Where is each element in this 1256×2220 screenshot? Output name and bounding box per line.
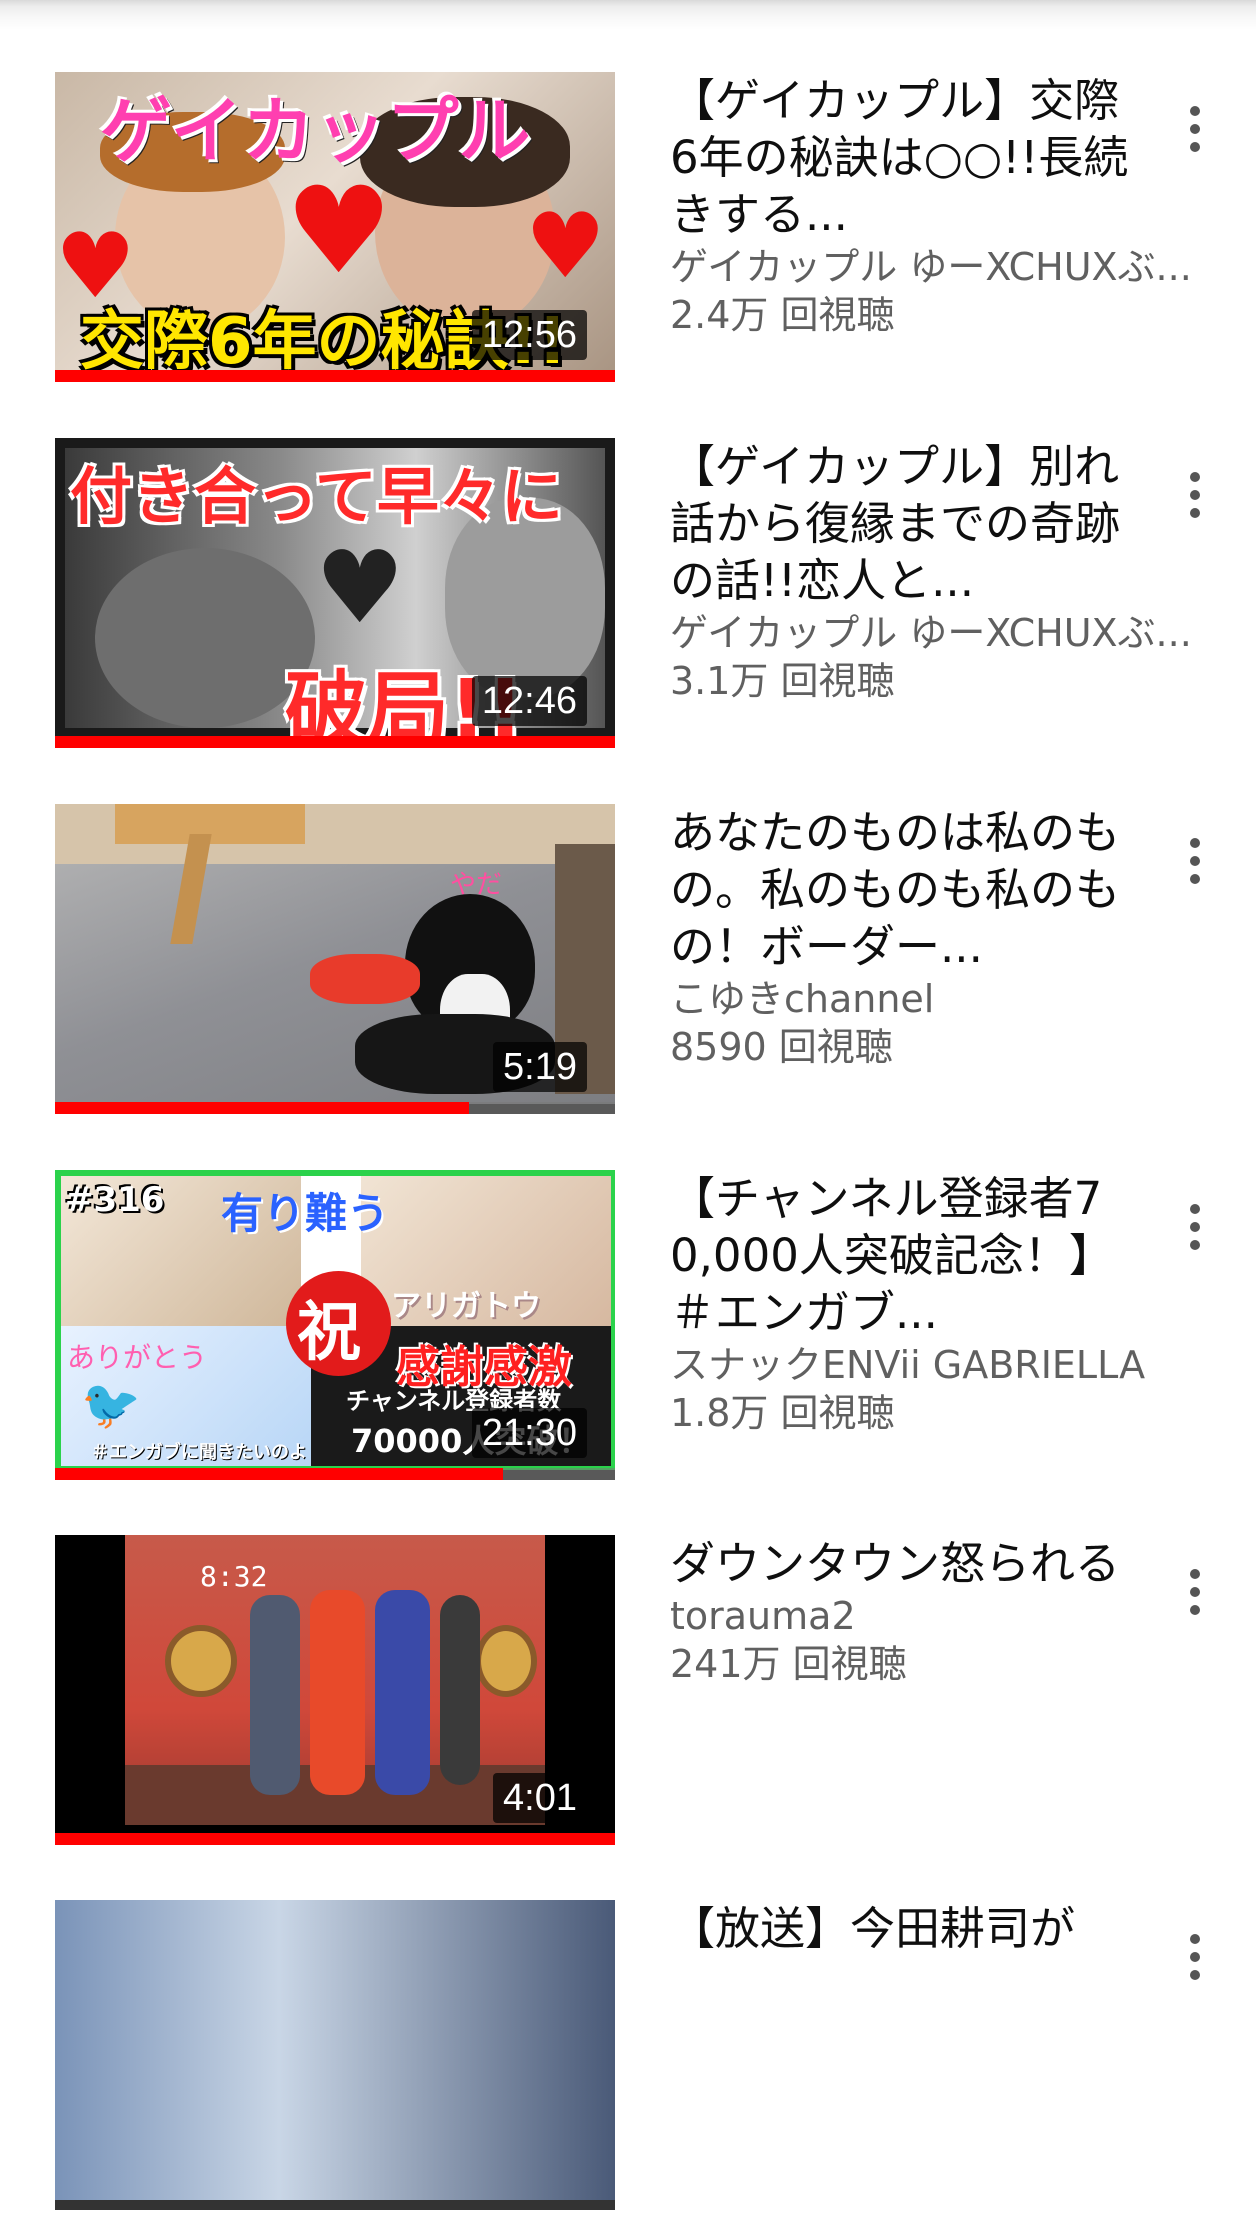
thumb-caption: 付き合って早々に — [70, 460, 563, 533]
thumb-caption: ＃エンガブに聞きたいのよ — [91, 1442, 307, 1463]
duration-badge: 12:46 — [471, 676, 587, 726]
watch-progress-fill — [55, 370, 615, 382]
view-count: 2.4万 回視聴 — [670, 293, 895, 337]
video-info: 【ゲイカップル】別れ話から復縁までの奇跡の話!!恋人と... ゲイカップル ゆー… — [670, 438, 1192, 705]
stage-decoration — [165, 1625, 237, 1697]
video-item[interactable]: やだ 5:19 あなたのものは私のもの。私のものも私のもの！ボーダー... こゆ… — [0, 804, 1256, 1124]
watch-progress-fill — [55, 736, 615, 748]
thumb-caption: ゲイカップル — [100, 89, 531, 173]
video-thumbnail[interactable]: 祝 #316 有り難う アリガトウ 感謝感激 チャンネル登録者数 70000人突… — [55, 1170, 615, 1480]
heart-icon: ♥ — [285, 162, 393, 301]
watch-progress-bar — [55, 1102, 615, 1114]
person — [375, 1590, 430, 1795]
channel-name[interactable]: スナックENVii GABRIELLA — [670, 1341, 1230, 1389]
video-item[interactable]: 8:32 4:01 ダウンタウン怒られる torauma2 241万 回視聴 — [0, 1535, 1256, 1855]
more-options-icon[interactable] — [1170, 1192, 1220, 1262]
channel-name[interactable]: ゲイカップル ゆーXCHUXぶ... — [670, 243, 1230, 291]
channel-name[interactable]: ゲイカップル ゆーXCHUXぶ... — [670, 609, 1230, 657]
video-item[interactable]: ♥ 付き合って早々に 破局!! 12:46 【ゲイカップル】別れ話から復縁までの… — [0, 438, 1256, 758]
watch-progress-fill — [55, 1833, 615, 1845]
heart-icon: ♥ — [525, 194, 606, 299]
more-options-icon[interactable] — [1170, 1557, 1220, 1627]
thumb-caption: アリガトウ — [391, 1289, 541, 1324]
video-thumbnail[interactable] — [55, 1900, 615, 2210]
watch-progress-bar — [55, 1833, 615, 1845]
thumb-caption: 8:32 — [200, 1560, 268, 1593]
watch-progress-bar — [55, 1468, 615, 1480]
twitter-bird-icon: 🐦 — [81, 1377, 141, 1433]
view-count: 1.8万 回視聴 — [670, 1391, 895, 1435]
video-title[interactable]: ダウンタウン怒られる — [670, 1535, 1130, 1592]
video-item[interactable]: ♥ ♥ ♥ ゲイカップル 交際6年の秘訣!! 12:56 【ゲイカップル】交際6… — [0, 72, 1256, 392]
duration-badge: 21:30 — [471, 1408, 587, 1458]
watch-progress-fill — [55, 1102, 470, 1114]
face-left — [95, 548, 315, 728]
thumb-caption: ありがとう — [67, 1341, 208, 1374]
person — [250, 1595, 300, 1795]
channel-name[interactable]: こゆきchannel — [670, 975, 1230, 1023]
video-item[interactable]: 【放送】今田耕司が — [0, 1900, 1256, 2220]
person — [440, 1595, 480, 1785]
thumb-caption: やだ — [450, 870, 503, 900]
duration-badge: 5:19 — [493, 1042, 587, 1092]
video-info: ダウンタウン怒られる torauma2 241万 回視聴 — [670, 1535, 1130, 1688]
watch-progress-bar — [55, 370, 615, 382]
thumbnail-image — [55, 1900, 615, 2200]
video-thumbnail[interactable]: やだ 5:19 — [55, 804, 615, 1114]
video-title[interactable]: 【放送】今田耕司が — [670, 1900, 1130, 1957]
video-title[interactable]: 【ゲイカップル】別れ話から復縁までの奇跡の話!!恋人と... — [670, 438, 1130, 609]
watch-progress-bar — [55, 736, 615, 748]
channel-name[interactable]: torauma2 — [670, 1592, 1230, 1640]
more-options-icon[interactable] — [1170, 94, 1220, 164]
video-info: 【ゲイカップル】交際6年の秘訣は○○!!長続きする... ゲイカップル ゆーXC… — [670, 72, 1192, 339]
video-info: 【チャンネル登録者70,000人突破記念！】＃エンガブ... スナックENVii… — [670, 1170, 1145, 1437]
view-count: 241万 回視聴 — [670, 1642, 907, 1686]
view-count: 8590 回視聴 — [670, 1025, 893, 1069]
thumb-caption: 有り難う — [221, 1189, 390, 1238]
video-info: あなたのものは私のもの。私のものも私のもの！ボーダー... こゆきchannel… — [670, 804, 1130, 1071]
broken-heart-icon: ♥ — [315, 529, 405, 646]
thumb-caption: 祝 — [297, 1296, 361, 1370]
video-thumbnail[interactable]: ♥ 付き合って早々に 破局!! 12:46 — [55, 438, 615, 748]
view-count: 3.1万 回視聴 — [670, 659, 895, 703]
watch-progress-fill — [55, 1468, 503, 1480]
more-options-icon[interactable] — [1170, 1922, 1220, 1992]
person — [310, 1590, 365, 1795]
video-title[interactable]: あなたのものは私のもの。私のものも私のもの！ボーダー... — [670, 804, 1130, 975]
video-info: 【放送】今田耕司が — [670, 1900, 1130, 1957]
duration-badge: 12:56 — [471, 310, 587, 360]
video-title[interactable]: 【ゲイカップル】交際6年の秘訣は○○!!長続きする... — [670, 72, 1130, 243]
more-options-icon[interactable] — [1170, 826, 1220, 896]
video-thumbnail[interactable]: 8:32 4:01 — [55, 1535, 615, 1845]
video-item[interactable]: 祝 #316 有り難う アリガトウ 感謝感激 チャンネル登録者数 70000人突… — [0, 1170, 1256, 1490]
more-options-icon[interactable] — [1170, 460, 1220, 530]
stage-decoration — [475, 1625, 537, 1697]
duration-badge: 4:01 — [493, 1773, 587, 1823]
thumb-caption: #316 — [65, 1180, 165, 1220]
top-bar-shadow — [0, 0, 1256, 30]
video-title[interactable]: 【チャンネル登録者70,000人突破記念！】＃エンガブ... — [670, 1170, 1130, 1341]
toy — [310, 954, 420, 1004]
video-thumbnail[interactable]: ♥ ♥ ♥ ゲイカップル 交際6年の秘訣!! 12:56 — [55, 72, 615, 382]
